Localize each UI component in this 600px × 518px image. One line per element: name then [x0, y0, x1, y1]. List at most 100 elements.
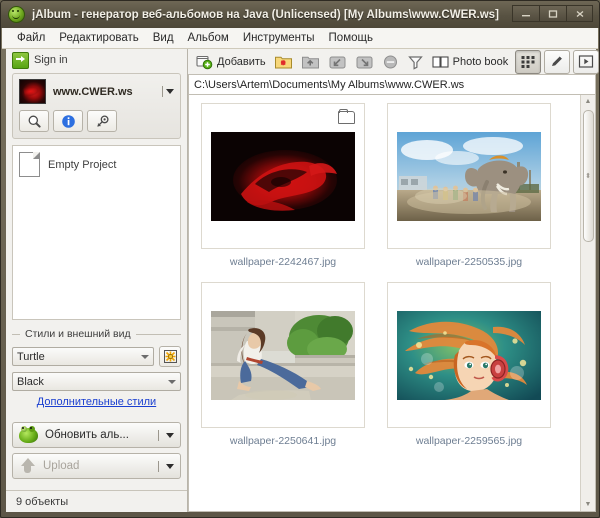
- page-document-icon: [19, 152, 40, 177]
- photo-book-label: Photo book: [453, 56, 509, 68]
- divider-left: [12, 334, 20, 335]
- thumbnail-grid-area: wallpaper-2242467.jpg: [188, 95, 596, 512]
- add-button[interactable]: Добавить: [192, 50, 270, 74]
- forward-button[interactable]: [351, 50, 378, 74]
- upload-label: Upload: [43, 460, 151, 472]
- project-list[interactable]: Empty Project: [12, 145, 181, 320]
- red-dragon-smoke-art: [211, 132, 355, 221]
- grid-item[interactable]: wallpaper-2250641.jpg: [201, 282, 365, 447]
- grid-item[interactable]: wallpaper-2259565.jpg: [387, 282, 551, 447]
- forward-arrow-icon: [355, 54, 374, 70]
- chevron-down-icon: [166, 89, 174, 94]
- more-styles-row: Дополнительные стили: [12, 396, 181, 408]
- content-area: Sign in www.CWER.ws: [6, 49, 596, 512]
- upload-arrow-icon: [19, 458, 36, 474]
- thumbnail-filename: wallpaper-2259565.jpg: [387, 435, 551, 447]
- back-button[interactable]: [324, 50, 351, 74]
- scroll-down-arrow-icon[interactable]: ▼: [582, 498, 595, 511]
- up-folder-icon: [301, 54, 320, 70]
- scroll-up-arrow-icon[interactable]: ▲: [582, 95, 595, 108]
- dropdown-separator: [162, 86, 163, 97]
- grid-item[interactable]: wallpaper-2242467.jpg: [201, 103, 365, 268]
- album-header[interactable]: www.CWER.ws: [19, 79, 174, 104]
- title-bar: jAlbum - генератор веб-альбомов на Java …: [1, 1, 599, 28]
- album-dropdown[interactable]: [162, 86, 174, 97]
- vertical-scrollbar[interactable]: ▲ ⬍ ▼: [580, 95, 595, 511]
- sidebar: Sign in www.CWER.ws: [6, 49, 188, 512]
- add-button-label: Добавить: [217, 56, 266, 68]
- main-panel: Добавить: [188, 49, 596, 512]
- new-folder-button[interactable]: [270, 50, 297, 74]
- thumbnail-frame[interactable]: [387, 103, 551, 249]
- play-frame-icon: [578, 54, 594, 69]
- project-label: Empty Project: [48, 159, 116, 171]
- open-book-icon: [432, 55, 449, 69]
- skin-select[interactable]: Black: [12, 372, 181, 391]
- menu-item-help[interactable]: Помощь: [322, 30, 380, 46]
- remove-button[interactable]: [378, 50, 403, 74]
- chevron-down-icon: [141, 355, 149, 359]
- thumbnail-frame[interactable]: [387, 282, 551, 428]
- style-select-value: Turtle: [17, 351, 141, 363]
- album-panel: www.CWER.ws: [12, 73, 181, 139]
- sign-in-label: Sign in: [34, 54, 68, 66]
- album-action-buttons: [19, 110, 174, 132]
- chevron-down-icon[interactable]: [166, 433, 174, 438]
- filter-button[interactable]: [403, 50, 428, 74]
- upload-button[interactable]: Upload: [12, 453, 181, 479]
- window-controls: [512, 5, 593, 22]
- parent-folder-button[interactable]: [297, 50, 324, 74]
- menu-bar: Файл Редактировать Вид Альбом Инструмент…: [2, 28, 598, 49]
- menu-item-view[interactable]: Вид: [146, 30, 181, 46]
- styles-group-label: Стили и внешний вид: [25, 328, 131, 340]
- back-arrow-icon: [328, 54, 347, 70]
- close-icon[interactable]: [566, 5, 593, 22]
- minimize-icon[interactable]: [512, 5, 539, 22]
- menu-item-file[interactable]: Файл: [10, 30, 52, 46]
- menu-item-edit[interactable]: Редактировать: [52, 30, 145, 46]
- sign-in-button[interactable]: Sign in: [6, 49, 187, 71]
- chevron-down-icon: [168, 380, 176, 384]
- list-item[interactable]: Empty Project: [19, 152, 174, 177]
- style-select[interactable]: Turtle: [12, 347, 154, 366]
- dropdown-separator: [158, 430, 159, 441]
- thumbnail-frame[interactable]: [201, 103, 365, 249]
- scrollbar-thumb[interactable]: ⬍: [583, 110, 594, 242]
- grid-item[interactable]: wallpaper-2250535.jpg: [387, 103, 551, 268]
- grid-view-button[interactable]: [515, 50, 541, 74]
- path-bar[interactable]: C:\Users\Artem\Documents\My Albums\www.C…: [188, 74, 596, 95]
- styles-group: Стили и внешний вид Turtle: [12, 328, 181, 412]
- album-cover-thumbnail: [19, 79, 46, 104]
- add-folder-icon: [196, 54, 213, 70]
- window-title: jAlbum - генератор веб-альбомов на Java …: [32, 9, 499, 21]
- scrollbar-track[interactable]: ⬍ ▼: [582, 108, 595, 511]
- thumbnail-frame[interactable]: [201, 282, 365, 428]
- menu-item-album[interactable]: Альбом: [181, 30, 236, 46]
- funnel-filter-icon: [407, 54, 424, 70]
- status-text: 9 объекты: [16, 496, 68, 508]
- thumbnail-filename: wallpaper-2242467.jpg: [201, 256, 365, 268]
- dropdown-separator: [158, 461, 159, 472]
- album-settings-button[interactable]: [87, 110, 117, 132]
- customize-style-button[interactable]: [159, 346, 181, 367]
- preview-album-button[interactable]: [19, 110, 49, 132]
- more-styles-link[interactable]: Дополнительные стили: [37, 396, 156, 408]
- photo-book-button[interactable]: Photo book: [428, 50, 513, 74]
- album-name-label: www.CWER.ws: [53, 86, 155, 98]
- elephant-charging-dust: [397, 132, 541, 221]
- edit-view-button[interactable]: [544, 50, 570, 74]
- divider-right: [136, 334, 181, 335]
- make-album-button[interactable]: Обновить аль...: [12, 422, 181, 448]
- maximize-icon[interactable]: [539, 5, 566, 22]
- frog-icon: [19, 428, 38, 443]
- menu-item-tools[interactable]: Инструменты: [236, 30, 322, 46]
- chevron-down-icon[interactable]: [166, 464, 174, 469]
- sidebar-actions: Обновить аль... Upload: [12, 422, 181, 484]
- remove-circle-icon: [382, 54, 399, 70]
- new-folder-icon: [274, 54, 293, 70]
- style-row: Turtle: [12, 346, 181, 367]
- album-info-button[interactable]: [53, 110, 83, 132]
- skin-select-value: Black: [17, 376, 168, 388]
- slideshow-button[interactable]: [573, 50, 599, 74]
- make-album-label: Обновить аль...: [45, 429, 151, 441]
